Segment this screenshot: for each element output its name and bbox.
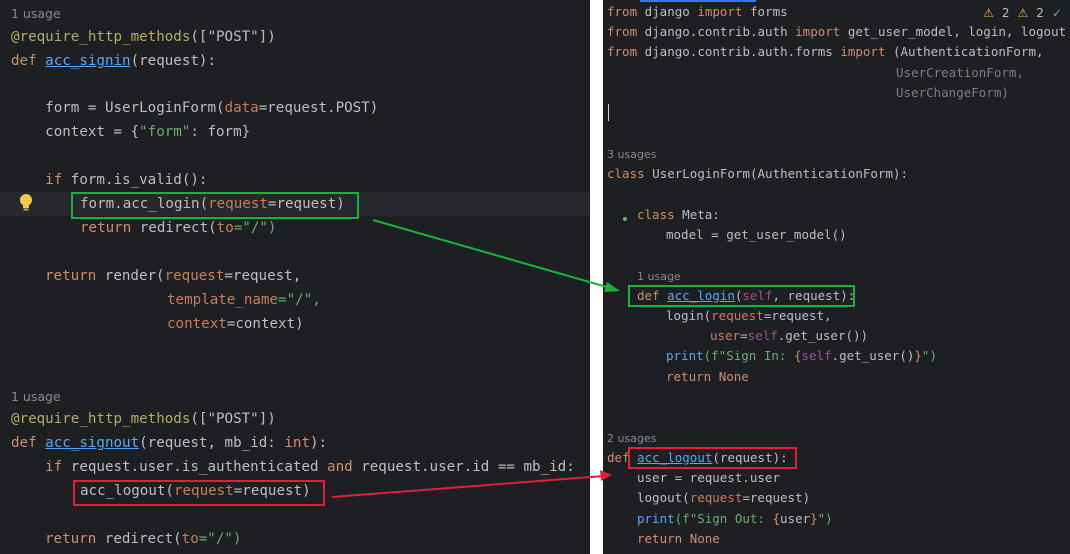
panel-divider: [590, 0, 603, 554]
code-line-class-def: class UserLoginForm(AuthenticationForm):: [607, 166, 909, 181]
code-line: if form.is_valid():: [11, 172, 208, 188]
active-tab-indicator: [640, 0, 756, 2]
usage-hint[interactable]: 1 usage: [11, 5, 61, 23]
code-line-meta: class Meta:: [637, 207, 720, 222]
code-line: print(f"Sign Out: {user}"): [637, 511, 833, 526]
code-line: return render(request=request,: [45, 268, 302, 284]
code-line-import: from django.contrib.auth.forms import (A…: [607, 44, 1044, 59]
code-line: logout(request=request): [637, 490, 811, 505]
text-caret: [608, 104, 609, 121]
left-editor-panel[interactable]: 1 usage @require_http_methods(["POST"]) …: [0, 0, 590, 554]
code-line: if request.user.is_authenticated and req…: [11, 459, 575, 475]
check-icon: ✓: [1051, 6, 1062, 20]
code-line: return redirect(to="/"): [45, 531, 242, 547]
right-editor-panel[interactable]: from django import forms from django.con…: [603, 0, 1070, 554]
red-highlight-box-logout-call: [73, 480, 325, 506]
green-highlight-box-login-call: [71, 192, 359, 219]
code-line: context=context): [167, 316, 304, 332]
warning-icon: ⚠: [983, 6, 994, 20]
red-highlight-box-logout-def: [628, 447, 797, 469]
function-name-acc-signout[interactable]: acc_signout: [45, 435, 139, 451]
code-line: @require_http_methods(["POST"]): [11, 411, 276, 427]
usage-hint[interactable]: 1 usage: [11, 388, 61, 406]
code-line: @require_http_methods(["POST"]): [11, 29, 276, 45]
code-line-import: from django import forms: [607, 4, 788, 19]
code-line: form = UserLoginForm(data=request.POST): [11, 100, 379, 116]
green-highlight-box-login-def: [628, 285, 855, 307]
code-line: context = {"form": form}: [11, 124, 251, 140]
gutter-marker-icon: [623, 217, 627, 221]
usage-hint[interactable]: 3 usages: [607, 147, 656, 163]
code-line-import: from django.contrib.auth import get_user…: [607, 24, 1067, 39]
inspection-widget[interactable]: ⚠ 2 ⚠ 2 ✓: [983, 6, 1062, 20]
function-name-acc-signin[interactable]: acc_signin: [45, 53, 130, 69]
code-line-import-cont: UserChangeForm): [896, 85, 1009, 100]
weak-warning-count: 2: [1036, 6, 1044, 20]
code-line: print(f"Sign In: {self.get_user()}"): [666, 348, 937, 363]
weak-warning-icon: ⚠: [1017, 6, 1029, 20]
warning-count: 2: [1001, 6, 1010, 20]
code-line-import-cont: UserCreationForm,: [896, 65, 1024, 80]
usage-hint[interactable]: 2 usages: [607, 431, 656, 447]
code-line: model = get_user_model(): [666, 227, 847, 242]
lightbulb-icon[interactable]: [17, 192, 35, 214]
code-line: return None: [666, 369, 749, 384]
code-line-signin-def: def acc_signin(request):: [11, 53, 217, 69]
code-line: login(request=request,: [666, 308, 832, 323]
code-line: user=self.get_user()): [710, 328, 869, 343]
code-line: template_name="/",: [167, 292, 321, 308]
code-line-signout-def: def acc_signout(request, mb_id: int):: [11, 435, 328, 451]
code-line: user = request.user: [637, 470, 780, 485]
code-line: return redirect(to="/"): [80, 220, 277, 236]
code-line: return None: [637, 531, 720, 546]
usage-hint[interactable]: 1 usage: [637, 269, 681, 285]
